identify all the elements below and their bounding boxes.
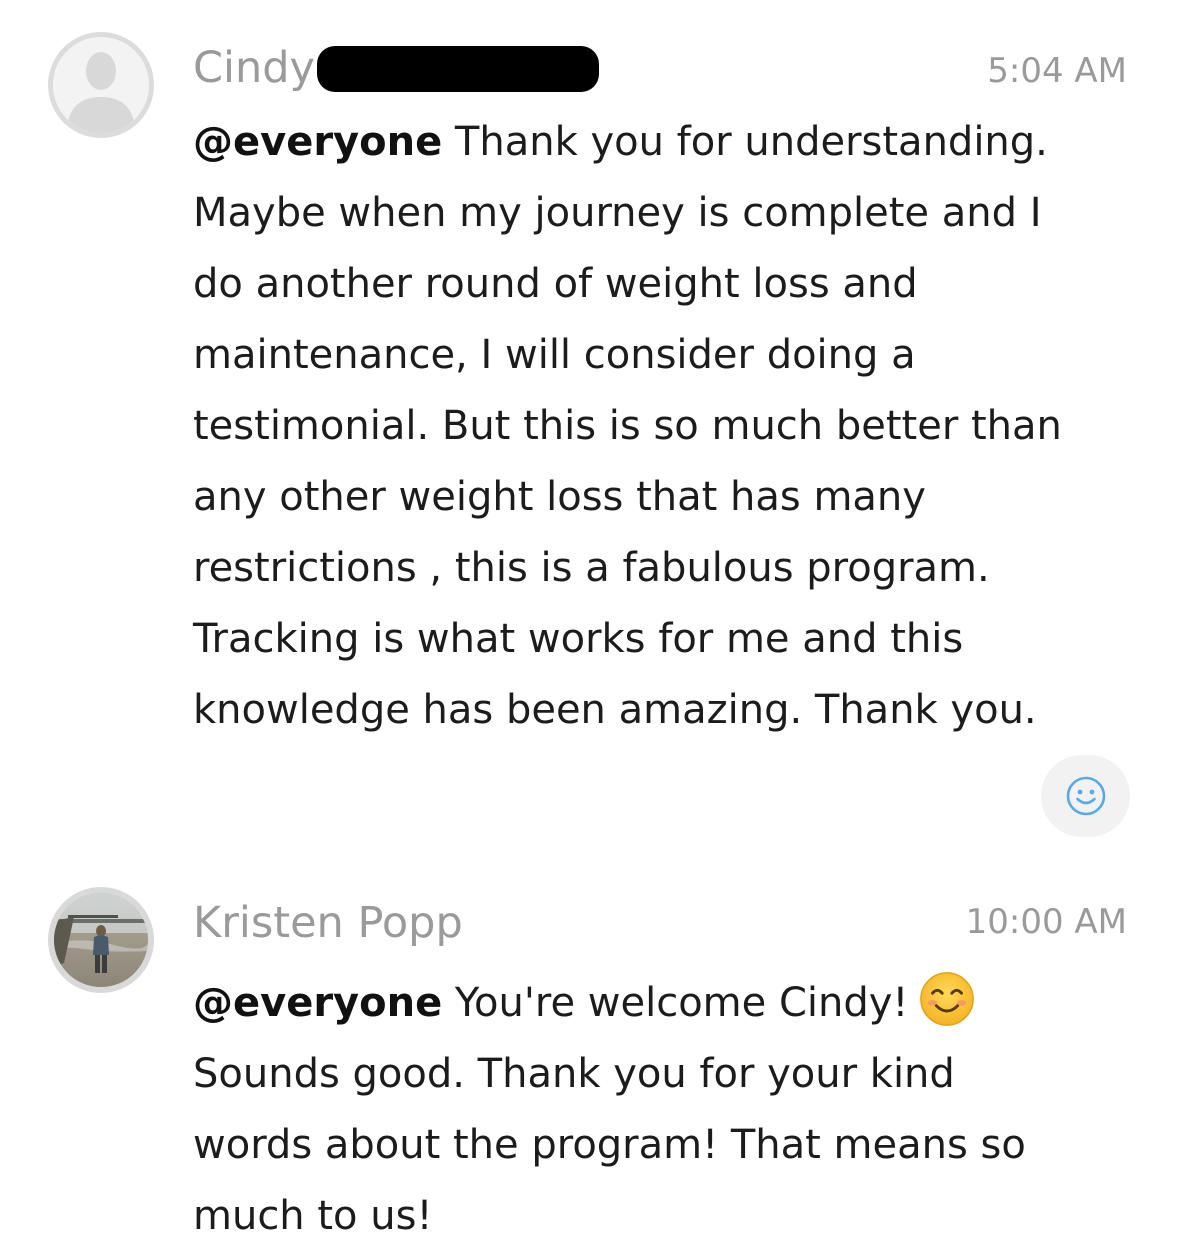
redacted-surname: [316, 46, 599, 92]
message-line: @everyone You're welcome Cindy!: [193, 968, 1143, 1039]
message-line: @everyone Thank you for understanding.: [193, 119, 1048, 165]
message-line: Sounds good. Thank you for your kind: [193, 1051, 955, 1097]
message-line: Maybe when my journey is complete and I: [193, 190, 1042, 236]
add-reaction-button[interactable]: [1041, 755, 1130, 837]
message-line: restrictions , this is a fabulous progra…: [193, 545, 990, 591]
message-timestamp: 10:00 AM: [965, 902, 1127, 942]
message-author[interactable]: Cindy: [193, 46, 599, 92]
beach-photo-avatar[interactable]: [48, 887, 154, 993]
mention-tag[interactable]: @everyone: [193, 980, 442, 1026]
default-user-avatar-icon[interactable]: [48, 32, 154, 138]
message-body: @everyone You're welcome Cindy! Sounds g…: [193, 968, 1143, 1252]
message-line: words about the program! That means so: [193, 1122, 1026, 1168]
smiley-icon: [1066, 776, 1105, 816]
message-author[interactable]: Kristen Popp: [193, 902, 463, 945]
message-line: any other weight loss that has many: [193, 474, 926, 520]
message-timestamp: 5:04 AM: [987, 51, 1127, 91]
message-line: much to us!: [193, 1193, 433, 1239]
message-line: testimonial. But this is so much better …: [193, 403, 1062, 449]
message-line: do another round of weight loss and: [193, 261, 918, 307]
message-line: Tracking is what works for me and this: [193, 616, 964, 662]
message-line: knowledge has been amazing. Thank you.: [193, 687, 1037, 733]
message-body: @everyone Thank you for understanding. M…: [193, 107, 1143, 746]
message-line: maintenance, I will consider doing a: [193, 332, 916, 378]
mention-tag[interactable]: @everyone: [193, 119, 442, 165]
smiling-face-emoji: [920, 972, 975, 1026]
